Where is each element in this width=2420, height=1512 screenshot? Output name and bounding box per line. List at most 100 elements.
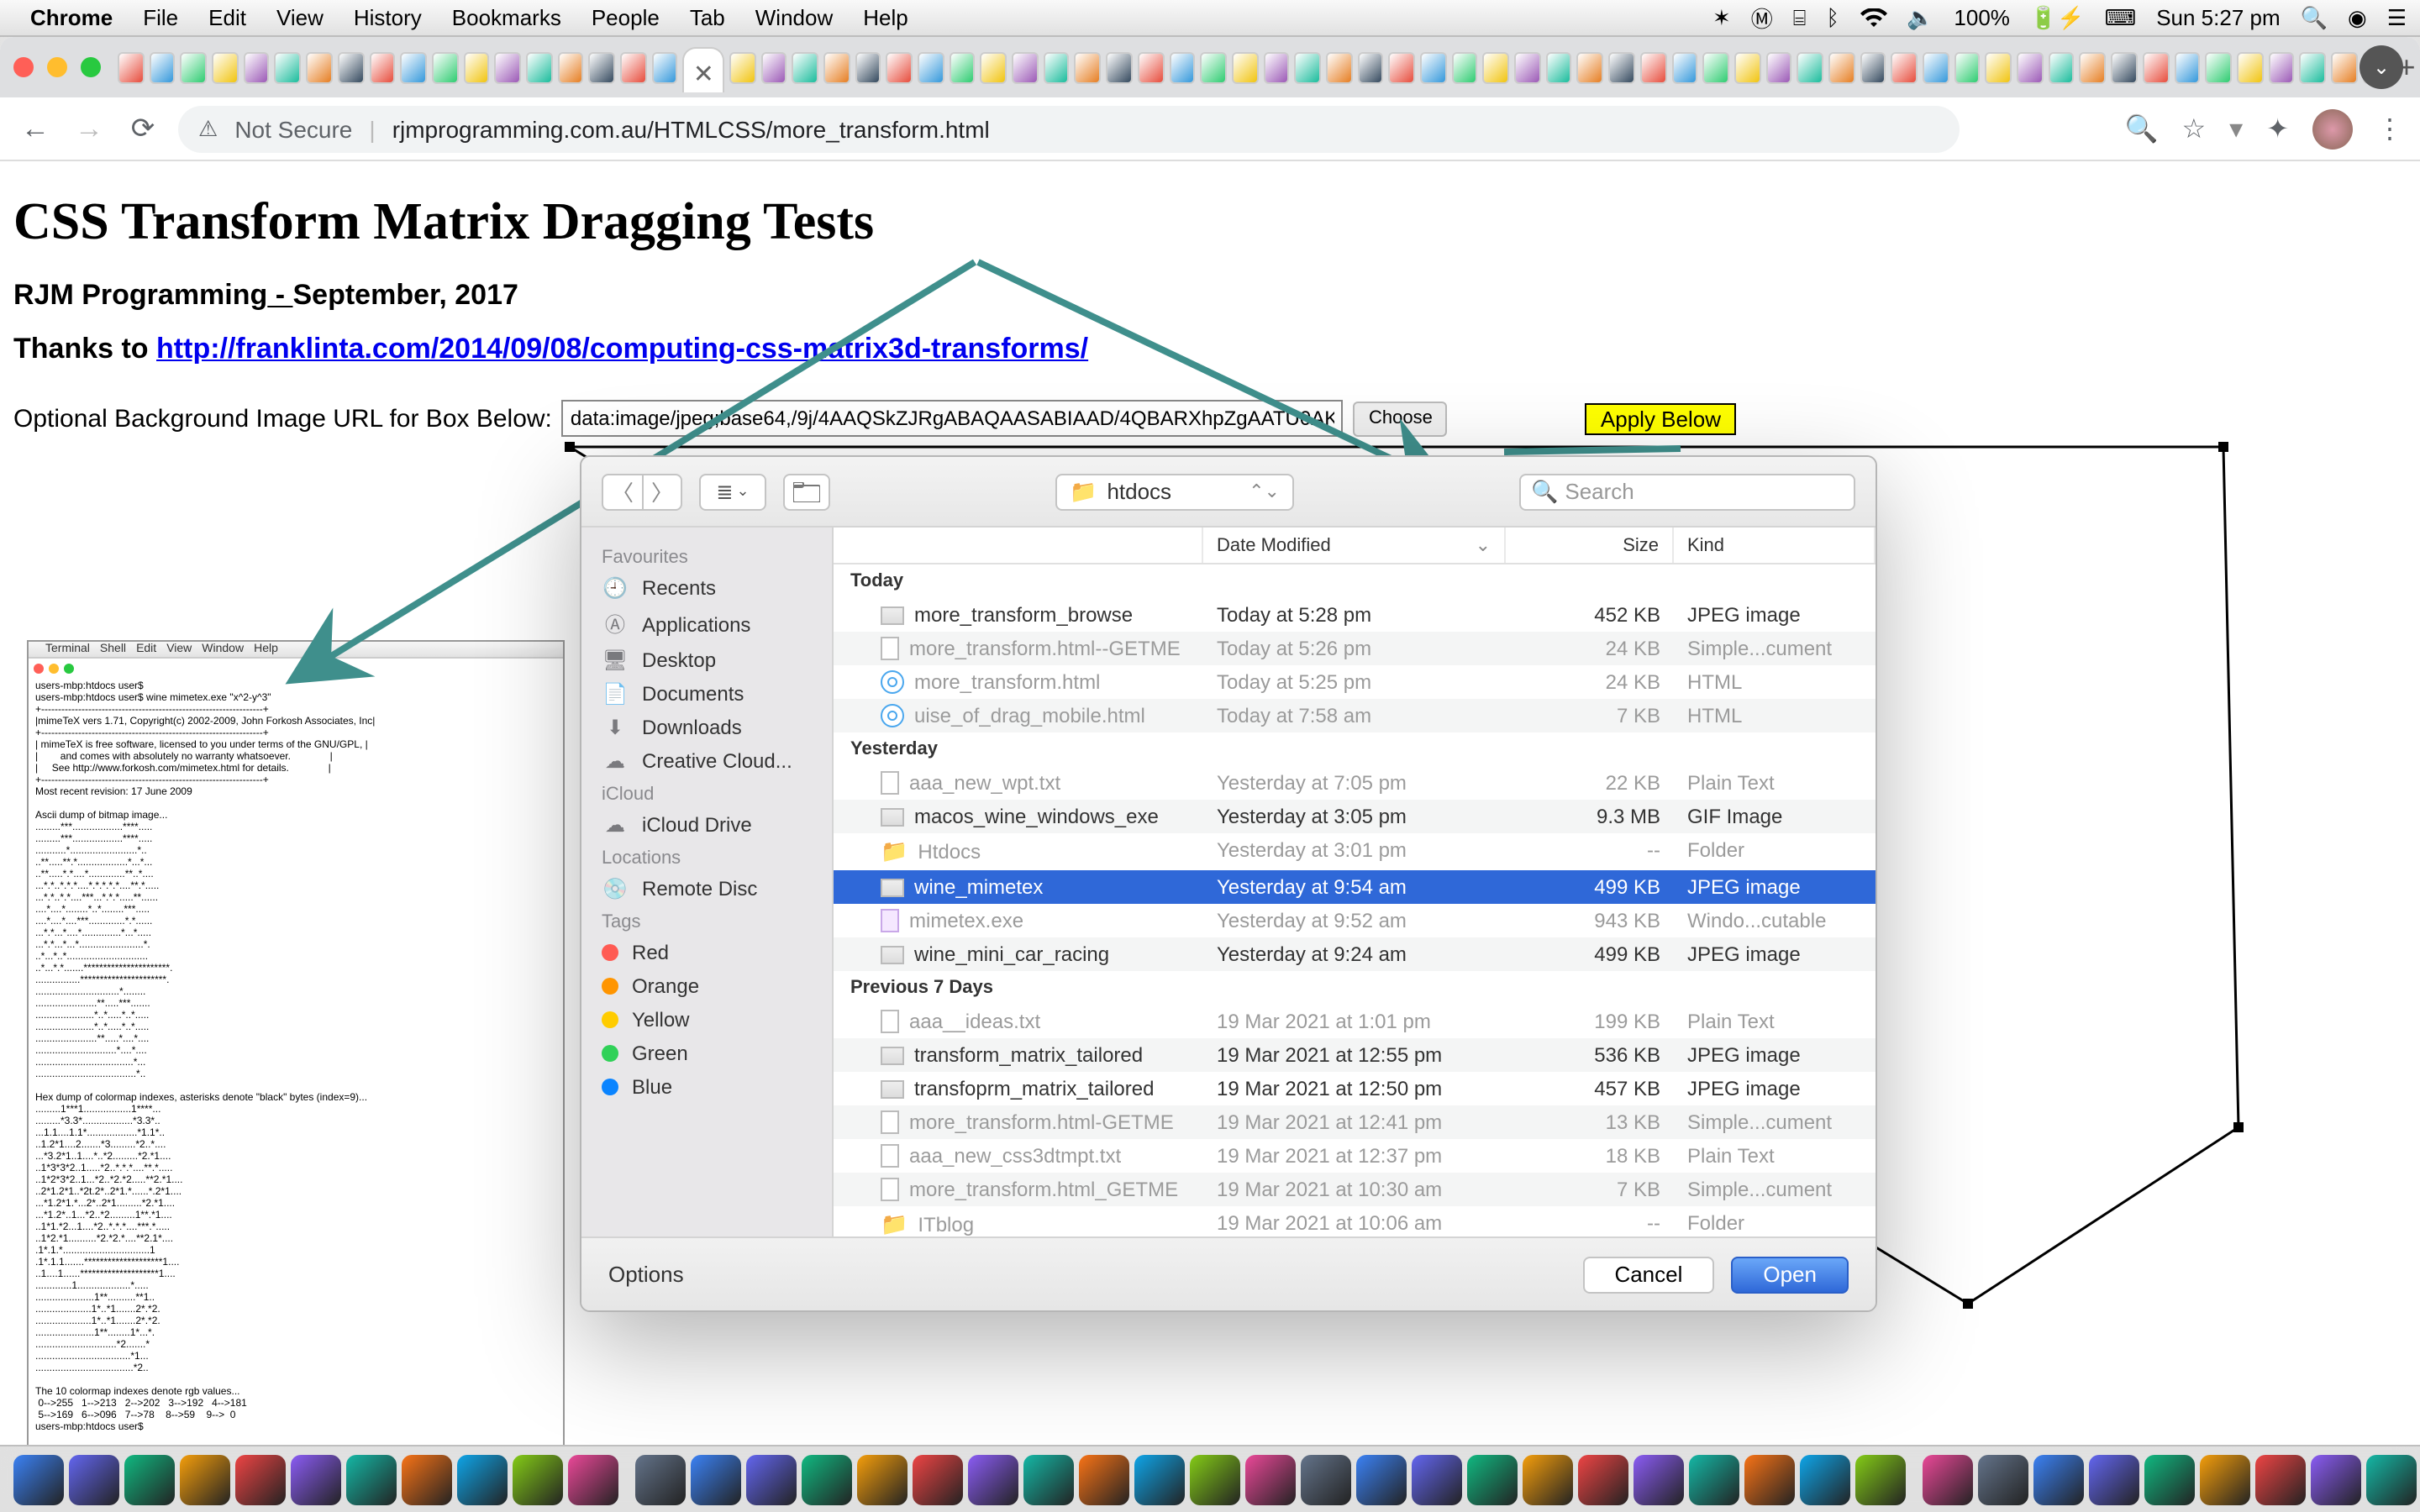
pinned-tab[interactable] (1200, 51, 1226, 83)
thanks-link[interactable]: http://franklinta.com/2014/09/08/computi… (156, 333, 1088, 365)
sidebar-tag[interactable]: Red (581, 936, 832, 969)
file-row[interactable]: more_transform.html--GETMEToday at 5:26 … (834, 632, 1876, 665)
pinned-tab[interactable] (1891, 51, 1918, 83)
minimize-icon[interactable] (47, 57, 67, 77)
dock-app-icon[interactable] (1301, 1454, 1351, 1504)
pinned-tab[interactable] (1923, 51, 1949, 83)
menu-bookmarks[interactable]: Bookmarks (452, 5, 561, 30)
pinned-tab[interactable] (495, 51, 521, 83)
status-icon[interactable]: Ⓜ (1751, 2, 1773, 34)
pinned-tab[interactable] (1640, 51, 1666, 83)
clock[interactable]: Sun 5:27 pm (2156, 5, 2280, 30)
pinned-tab[interactable] (2268, 51, 2294, 83)
pinned-tab[interactable] (1860, 51, 1886, 83)
pinned-tab[interactable] (149, 51, 175, 83)
pinned-tab[interactable] (2049, 51, 2075, 83)
dock-app-icon[interactable] (1923, 1454, 1973, 1504)
pinned-tab[interactable] (620, 51, 646, 83)
dock-app-icon[interactable] (13, 1454, 64, 1504)
menu-view[interactable]: View (276, 5, 324, 30)
col-name[interactable] (834, 528, 1203, 563)
sidebar-item[interactable]: ☁︎Creative Cloud... (581, 744, 832, 778)
extensions-icon[interactable]: ✦ (2266, 112, 2289, 145)
pinned-tab[interactable] (1702, 51, 1728, 83)
back-button[interactable]: ← (17, 112, 54, 145)
file-row[interactable]: more_transform.htmlToday at 5:25 pm24 KB… (834, 665, 1876, 699)
file-row[interactable]: aaa_new_css3dtmpt.txt19 Mar 2021 at 12:3… (834, 1139, 1876, 1173)
dock-app-icon[interactable] (1412, 1454, 1462, 1504)
pinned-tab[interactable] (212, 51, 238, 83)
dock-app-icon[interactable] (691, 1454, 741, 1504)
pinned-tab[interactable] (1295, 51, 1321, 83)
dock-app-icon[interactable] (802, 1454, 852, 1504)
pinned-tab[interactable] (1044, 51, 1070, 83)
search-tabs-icon[interactable]: 🔍 (2125, 112, 2159, 145)
pinned-tab[interactable] (2017, 51, 2043, 83)
pinned-tab[interactable] (918, 51, 944, 83)
sidebar-tag[interactable]: Green (581, 1037, 832, 1070)
dock-app-icon[interactable] (913, 1454, 963, 1504)
tabs-overflow-icon[interactable]: ⌄ (2360, 45, 2403, 89)
dock-app-icon[interactable] (568, 1454, 618, 1504)
dock-app-icon[interactable] (2089, 1454, 2139, 1504)
dock-app-icon[interactable] (1634, 1454, 1684, 1504)
pinned-tab[interactable] (557, 51, 583, 83)
pinned-tab[interactable] (1797, 51, 1823, 83)
pinned-tab[interactable] (823, 51, 850, 83)
volume-icon[interactable]: 🔈 (1907, 4, 1933, 31)
pinned-tab[interactable] (1483, 51, 1509, 83)
sidebar-item[interactable]: ⒶApplications (581, 605, 832, 643)
dock-app-icon[interactable] (1023, 1454, 1074, 1504)
pinned-tab[interactable] (1671, 51, 1697, 83)
dock-app-icon[interactable] (2200, 1454, 2250, 1504)
dock-app-icon[interactable] (2366, 1454, 2417, 1504)
menu-tab[interactable]: Tab (690, 5, 725, 30)
file-row[interactable]: uise_of_drag_mobile.htmlToday at 7:58 am… (834, 699, 1876, 732)
sidebar-item[interactable]: ⬇︎Downloads (581, 711, 832, 744)
pinned-tab[interactable] (981, 51, 1007, 83)
dock-app-icon[interactable] (968, 1454, 1018, 1504)
bg-url-input[interactable] (562, 400, 1344, 437)
pinned-tab[interactable] (760, 51, 786, 83)
extension-icon[interactable]: ▾ (2229, 112, 2243, 145)
menu-people[interactable]: People (592, 5, 660, 30)
sidebar-item[interactable]: 📄Documents (581, 677, 832, 711)
file-row[interactable]: transform_matrix_tailored19 Mar 2021 at … (834, 1038, 1876, 1072)
profile-avatar[interactable] (2312, 108, 2353, 149)
address-bar[interactable]: ⚠ Not Secure | rjmprogramming.com.au/HTM… (178, 105, 1960, 152)
dock-app-icon[interactable] (124, 1454, 175, 1504)
pinned-tab[interactable] (2331, 51, 2357, 83)
cancel-button[interactable]: Cancel (1582, 1256, 1714, 1293)
site-info-icon[interactable]: ⚠ (198, 115, 218, 142)
pinned-tab[interactable] (1546, 51, 1572, 83)
dock-app-icon[interactable] (1744, 1454, 1795, 1504)
menu-file[interactable]: File (143, 5, 178, 30)
status-icon[interactable]: ✶ (1712, 4, 1731, 31)
file-row[interactable]: mimetex.exeYesterday at 9:52 am943 KBWin… (834, 904, 1876, 937)
pinned-tab[interactable] (2174, 51, 2200, 83)
file-row[interactable]: more_transform.html_GETME19 Mar 2021 at … (834, 1173, 1876, 1206)
dock-app-icon[interactable] (1356, 1454, 1407, 1504)
pinned-tab[interactable] (589, 51, 615, 83)
finder-back-button[interactable]: 〈 (602, 473, 642, 510)
pinned-tab[interactable] (1106, 51, 1132, 83)
pinned-tab[interactable] (1986, 51, 2012, 83)
dock-app-icon[interactable] (1134, 1454, 1185, 1504)
col-size[interactable]: Size (1506, 528, 1674, 563)
pinned-tab[interactable] (1420, 51, 1446, 83)
pinned-tab[interactable] (651, 51, 677, 83)
dock-app-icon[interactable] (1523, 1454, 1573, 1504)
file-row[interactable]: aaa__ideas.txt19 Mar 2021 at 1:01 pm199 … (834, 1005, 1876, 1038)
dock-app-icon[interactable] (746, 1454, 797, 1504)
dock-app-icon[interactable] (1467, 1454, 1518, 1504)
bookmark-star-icon[interactable]: ☆ (2181, 112, 2206, 145)
mac-dock[interactable] (0, 1445, 2420, 1512)
pinned-tab[interactable] (1232, 51, 1258, 83)
pinned-tab[interactable] (275, 51, 301, 83)
active-tab[interactable]: ✕ (683, 47, 724, 92)
sidebar-tag[interactable]: Blue (581, 1070, 832, 1104)
choose-file-button[interactable]: Choose (1354, 401, 1448, 436)
notification-icon[interactable]: ☰ (2387, 4, 2407, 31)
sidebar-item[interactable]: 🖥Desktop (581, 643, 832, 677)
airplay-icon[interactable]: ⌸ (1793, 4, 1807, 31)
